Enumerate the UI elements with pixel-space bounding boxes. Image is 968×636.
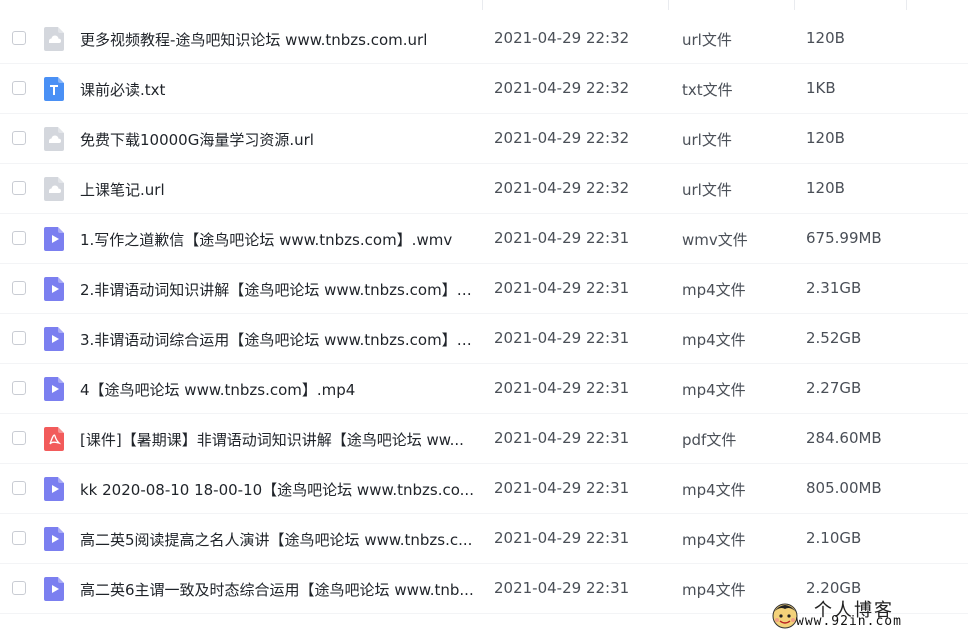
file-name[interactable]: kk 2020-08-10 18-00-10【途鸟吧论坛 www.tnbzs.c…: [80, 479, 475, 500]
file-modified-date: 2021-04-29 22:31: [494, 279, 630, 297]
row-checkbox[interactable]: [12, 381, 26, 395]
file-row[interactable]: 4【途鸟吧论坛 www.tnbzs.com】.mp4 2021-04-29 22:…: [0, 364, 968, 414]
column-divider: [482, 0, 483, 10]
file-type: url文件: [682, 31, 732, 49]
file-size: 284.60MB: [806, 429, 882, 447]
row-checkbox[interactable]: [12, 131, 26, 145]
file-modified-date: 2021-04-29 22:31: [494, 479, 630, 497]
video-file-icon: [44, 377, 64, 401]
video-file-icon: [44, 577, 64, 601]
file-row[interactable]: 1.写作之道歉信【途鸟吧论坛 www.tnbzs.com】.wmv 2021-04…: [0, 214, 968, 264]
file-name[interactable]: 1.写作之道歉信【途鸟吧论坛 www.tnbzs.com】.wmv: [80, 229, 475, 250]
file-row[interactable]: 更多视频教程-途鸟吧知识论坛 www.tnbzs.com.url 2021-04-…: [0, 14, 968, 64]
file-type: mp4文件: [682, 581, 746, 599]
file-size: 1KB: [806, 79, 836, 97]
link-file-icon: [44, 177, 64, 201]
column-header-strip: [0, 0, 968, 12]
file-row[interactable]: kk 2020-08-10 18-00-10【途鸟吧论坛 www.tnbzs.c…: [0, 464, 968, 514]
file-type: mp4文件: [682, 531, 746, 549]
file-size: 2.27GB: [806, 379, 862, 397]
file-size: 120B: [806, 179, 845, 197]
video-file-icon: [44, 527, 64, 551]
file-type: url文件: [682, 131, 732, 149]
file-modified-date: 2021-04-29 22:32: [494, 29, 630, 47]
file-name[interactable]: 课前必读.txt: [80, 79, 475, 100]
file-type: mp4文件: [682, 381, 746, 399]
file-row[interactable]: 3.非谓语动词综合运用【途鸟吧论坛 www.tnbzs.com】.... 2021…: [0, 314, 968, 364]
pdf-file-icon: [44, 427, 64, 451]
blog-watermark: 个人博客 www.92in.com: [770, 600, 960, 630]
file-size: 2.10GB: [806, 529, 862, 547]
file-type: mp4文件: [682, 331, 746, 349]
file-size: 805.00MB: [806, 479, 882, 497]
file-row[interactable]: 高二英5阅读提高之名人演讲【途鸟吧论坛 www.tnbzs.c... 2021-0…: [0, 514, 968, 564]
row-checkbox[interactable]: [12, 81, 26, 95]
file-size: 120B: [806, 29, 845, 47]
file-size: 2.52GB: [806, 329, 862, 347]
file-row[interactable]: 免费下载10000G海量学习资源.url 2021-04-29 22:32 url文…: [0, 114, 968, 164]
file-modified-date: 2021-04-29 22:31: [494, 529, 630, 547]
file-name[interactable]: 2.非谓语动词知识讲解【途鸟吧论坛 www.tnbzs.com】....: [80, 279, 475, 300]
row-checkbox[interactable]: [12, 331, 26, 345]
file-name[interactable]: [课件]【暑期课】非谓语动词知识讲解【途鸟吧论坛 ww...: [80, 429, 475, 450]
row-checkbox[interactable]: [12, 231, 26, 245]
file-name[interactable]: 3.非谓语动词综合运用【途鸟吧论坛 www.tnbzs.com】....: [80, 329, 475, 350]
file-name[interactable]: 4【途鸟吧论坛 www.tnbzs.com】.mp4: [80, 379, 475, 400]
row-checkbox[interactable]: [12, 531, 26, 545]
file-type: wmv文件: [682, 231, 748, 249]
link-file-icon: [44, 27, 64, 51]
video-file-icon: [44, 477, 64, 501]
file-row[interactable]: [课件]【暑期课】非谓语动词知识讲解【途鸟吧论坛 ww... 2021-04-29…: [0, 414, 968, 464]
file-size: 2.20GB: [806, 579, 862, 597]
file-type: url文件: [682, 181, 732, 199]
file-row[interactable]: 上课笔记.url 2021-04-29 22:32 url文件 120B: [0, 164, 968, 214]
file-type: txt文件: [682, 81, 733, 99]
row-checkbox[interactable]: [12, 481, 26, 495]
file-size: 2.31GB: [806, 279, 862, 297]
row-checkbox[interactable]: [12, 431, 26, 445]
file-type: mp4文件: [682, 281, 746, 299]
link-file-icon: [44, 127, 64, 151]
file-modified-date: 2021-04-29 22:31: [494, 329, 630, 347]
file-modified-date: 2021-04-29 22:32: [494, 129, 630, 147]
file-modified-date: 2021-04-29 22:31: [494, 379, 630, 397]
file-type: mp4文件: [682, 481, 746, 499]
column-divider: [906, 0, 907, 10]
file-name[interactable]: 免费下载10000G海量学习资源.url: [80, 129, 475, 150]
watermark-url: www.92in.com: [796, 614, 902, 629]
row-checkbox[interactable]: [12, 31, 26, 45]
column-divider: [668, 0, 669, 10]
file-modified-date: 2021-04-29 22:31: [494, 579, 630, 597]
file-name[interactable]: 上课笔记.url: [80, 179, 475, 200]
file-size: 120B: [806, 129, 845, 147]
file-row[interactable]: 2.非谓语动词知识讲解【途鸟吧论坛 www.tnbzs.com】.... 2021…: [0, 264, 968, 314]
column-divider: [794, 0, 795, 10]
video-file-icon: [44, 327, 64, 351]
file-modified-date: 2021-04-29 22:31: [494, 229, 630, 247]
file-list: 更多视频教程-途鸟吧知识论坛 www.tnbzs.com.url 2021-04-…: [0, 14, 968, 614]
file-name[interactable]: 高二英6主谓一致及时态综合运用【途鸟吧论坛 www.tnb...: [80, 579, 475, 600]
txt-file-icon: [44, 77, 64, 101]
file-modified-date: 2021-04-29 22:32: [494, 179, 630, 197]
row-checkbox[interactable]: [12, 281, 26, 295]
row-checkbox[interactable]: [12, 581, 26, 595]
file-row[interactable]: 课前必读.txt 2021-04-29 22:32 txt文件 1KB: [0, 64, 968, 114]
file-modified-date: 2021-04-29 22:31: [494, 429, 630, 447]
file-modified-date: 2021-04-29 22:32: [494, 79, 630, 97]
file-size: 675.99MB: [806, 229, 882, 247]
file-name[interactable]: 更多视频教程-途鸟吧知识论坛 www.tnbzs.com.url: [80, 29, 475, 50]
file-type: pdf文件: [682, 431, 737, 449]
file-name[interactable]: 高二英5阅读提高之名人演讲【途鸟吧论坛 www.tnbzs.c...: [80, 529, 475, 550]
video-file-icon: [44, 277, 64, 301]
row-checkbox[interactable]: [12, 181, 26, 195]
video-file-icon: [44, 227, 64, 251]
